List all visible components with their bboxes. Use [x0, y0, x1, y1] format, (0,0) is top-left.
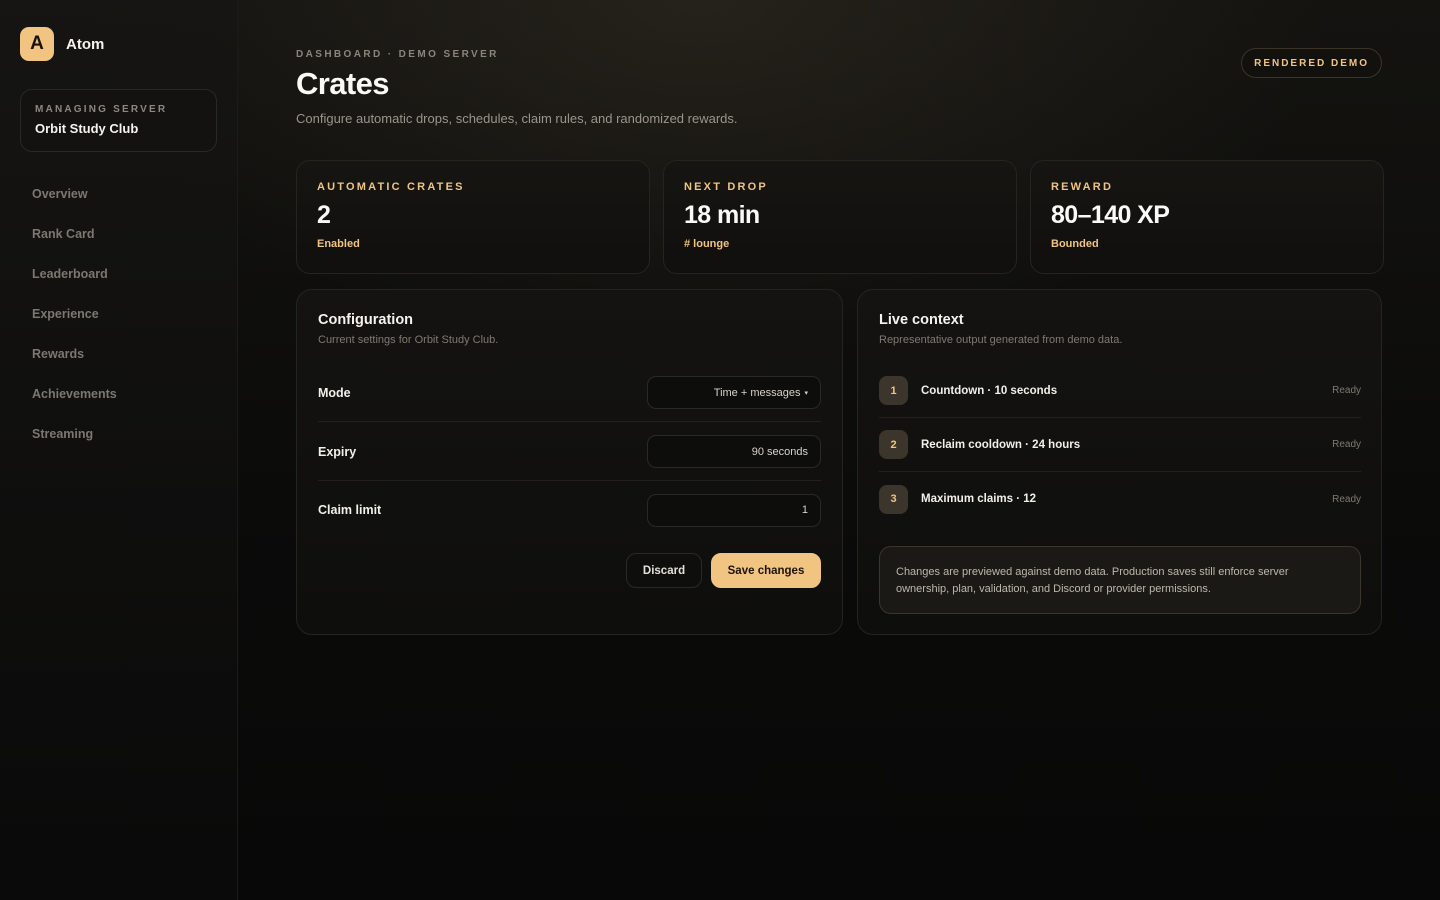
list-item-text: Reclaim cooldown · 24 hours	[921, 438, 1081, 451]
server-selector[interactable]: MANAGING SERVER Orbit Study Club	[20, 89, 217, 152]
list-item: 3 Maximum claims · 12 Ready	[879, 472, 1361, 526]
list-item: 2 Reclaim cooldown · 24 hours Ready	[879, 418, 1361, 472]
panel-title: Configuration	[318, 312, 414, 328]
chevron-down-icon: ▾	[804, 389, 808, 397]
field-row-mode: Mode Time + messages ▾	[318, 364, 821, 422]
sidebar-item-rewards[interactable]: Rewards	[32, 344, 117, 384]
rendered-demo-badge: RENDERED DEMO	[1241, 48, 1382, 78]
breadcrumb: DASHBOARD · DEMO SERVER	[296, 49, 499, 60]
stat-value: 2	[317, 201, 331, 229]
stat-meta: # lounge	[684, 238, 730, 250]
list-item: 1 Countdown · 10 seconds Ready	[879, 364, 1361, 418]
sidebar-item-experience[interactable]: Experience	[32, 304, 117, 344]
page-title: Crates	[296, 66, 390, 101]
save-changes-button[interactable]: Save changes	[711, 553, 821, 588]
sidebar-nav: Overview Rank Card Leaderboard Experienc…	[32, 184, 117, 464]
server-kicker: MANAGING SERVER	[35, 104, 168, 115]
field-label: Expiry	[318, 444, 357, 459]
step-number: 1	[879, 376, 908, 405]
expiry-input[interactable]: 90 seconds	[647, 435, 821, 468]
mode-select[interactable]: Time + messages ▾	[647, 376, 821, 409]
sidebar-item-leaderboard[interactable]: Leaderboard	[32, 264, 117, 304]
sidebar: A Atom MANAGING SERVER Orbit Study Club …	[0, 0, 238, 900]
sidebar-item-streaming[interactable]: Streaming	[32, 424, 117, 464]
panel-title: Live context	[879, 312, 964, 328]
field-label: Claim limit	[318, 503, 382, 517]
stat-label: NEXT DROP	[684, 181, 768, 193]
server-name: Orbit Study Club	[35, 121, 139, 136]
brand-logo-icon: A	[20, 27, 54, 61]
stat-value: 18 min	[684, 201, 760, 229]
brand-name: Atom	[66, 35, 105, 53]
stat-card-reward: REWARD 80–140 XP Bounded	[1030, 160, 1384, 274]
status-label: Ready	[1332, 385, 1361, 396]
stat-value: 80–140 XP	[1051, 201, 1170, 229]
sidebar-item-overview[interactable]: Overview	[32, 184, 117, 224]
live-context-panel: Live context Representative output gener…	[857, 289, 1382, 635]
app-root: A Atom MANAGING SERVER Orbit Study Club …	[0, 0, 1440, 900]
sidebar-item-achievements[interactable]: Achievements	[32, 384, 117, 424]
stats-row: AUTOMATIC CRATES 2 Enabled NEXT DROP 18 …	[296, 160, 1384, 274]
panel-subtitle: Representative output generated from dem…	[879, 334, 1123, 346]
step-number: 2	[879, 430, 908, 459]
claim-limit-input[interactable]: 1	[647, 493, 821, 527]
page-subtitle: Configure automatic drops, schedules, cl…	[296, 111, 738, 126]
field-row-claim-limit: Claim limit 1	[318, 481, 821, 539]
sidebar-item-rank-card[interactable]: Rank Card	[32, 224, 117, 264]
info-note: Changes are previewed against demo data.…	[879, 546, 1361, 614]
list-item-text: Countdown · 10 seconds	[921, 384, 1058, 397]
stat-card-next-drop: NEXT DROP 18 min # lounge	[663, 160, 1017, 274]
status-label: Ready	[1332, 493, 1361, 505]
stat-label: REWARD	[1051, 181, 1114, 193]
stat-meta: Bounded	[1051, 238, 1099, 250]
field-row-expiry: Expiry 90 seconds	[318, 423, 821, 481]
list-item-text: Maximum claims · 12	[921, 493, 1037, 505]
stat-label: AUTOMATIC CRATES	[317, 181, 465, 193]
field-label: Mode	[318, 385, 351, 400]
step-number: 3	[879, 484, 908, 514]
status-label: Ready	[1332, 439, 1361, 450]
stat-meta: Enabled	[317, 238, 360, 250]
panel-subtitle: Current settings for Orbit Study Club.	[318, 334, 499, 346]
stat-card-automatic-crates: AUTOMATIC CRATES 2 Enabled	[296, 160, 650, 274]
brand[interactable]: A Atom	[20, 27, 104, 61]
discard-button[interactable]: Discard	[626, 553, 702, 588]
configuration-panel: Configuration Current settings for Orbit…	[296, 289, 843, 635]
mode-select-value: Time + messages	[713, 386, 801, 399]
